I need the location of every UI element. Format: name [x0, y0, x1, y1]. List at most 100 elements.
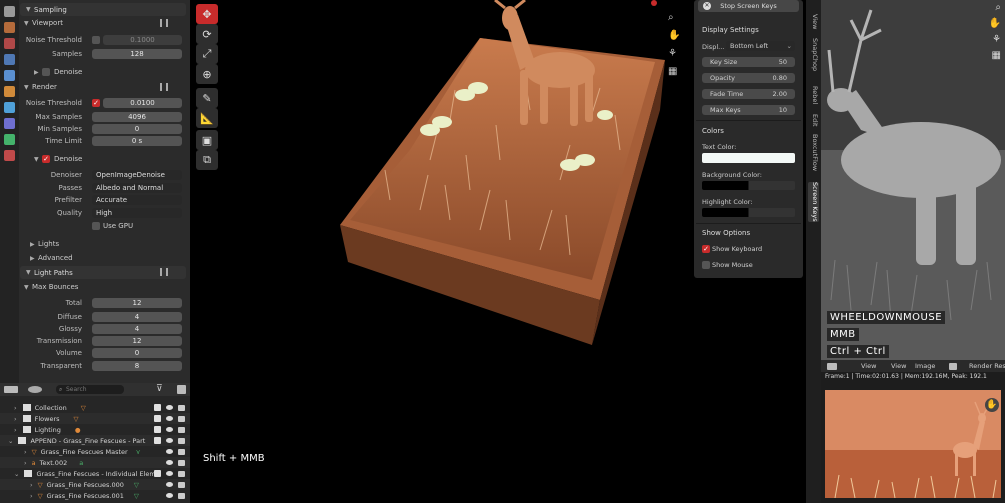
show-keyboard-row[interactable]: ✓ Show Keyboard [702, 244, 797, 254]
zoom-icon[interactable]: ⌕ [995, 2, 1001, 13]
list-icon[interactable] [160, 83, 168, 91]
eye-icon[interactable] [166, 493, 173, 498]
display-mode-icon[interactable] [28, 386, 42, 393]
eye-icon[interactable] [166, 471, 173, 476]
scale-tool-icon[interactable]: ⤢ [196, 44, 218, 64]
time-limit-field[interactable]: 0 s [92, 136, 182, 146]
camera-icon[interactable] [178, 492, 185, 499]
hand-icon[interactable]: ✋ [989, 18, 1001, 29]
viewport-denoise-row[interactable]: ▶ Denoise [34, 66, 196, 78]
camera-icon[interactable] [178, 426, 185, 433]
text-color-swatch[interactable] [702, 153, 795, 163]
editor-type-icon[interactable] [827, 363, 837, 370]
add-cube-tool-icon[interactable]: ▣ [196, 130, 218, 150]
output-icon[interactable] [4, 38, 15, 49]
transform-tool-icon[interactable]: ⊕ [196, 64, 218, 84]
outliner-row[interactable]: › ▽ Grass_Fine Fescues.001 ▽ [0, 490, 190, 501]
eye-icon[interactable] [166, 416, 173, 421]
render-noise-checkbox[interactable]: ✓ [92, 99, 100, 107]
render-subheader[interactable]: ▼ Render [24, 81, 186, 93]
render-noise-field[interactable]: 0.0100 [103, 98, 182, 108]
outliner-row[interactable]: › a Text.002 a [0, 457, 190, 468]
transmission-field[interactable]: 12 [92, 336, 182, 346]
exclude-checkbox[interactable] [154, 437, 161, 444]
tab-edit[interactable]: Edit [808, 114, 819, 127]
tool-icon[interactable] [4, 6, 15, 17]
menu-view[interactable]: View [861, 360, 876, 372]
render-icon[interactable] [4, 22, 15, 33]
camera-icon[interactable] [178, 470, 185, 477]
show-mouse-checkbox[interactable] [702, 261, 710, 269]
material-icon[interactable] [4, 150, 15, 161]
view-layer-icon[interactable] [4, 54, 15, 65]
bg-color-swatch[interactable] [702, 181, 795, 190]
exclude-checkbox[interactable] [154, 404, 161, 411]
outliner-row[interactable]: › ▽ Grass_Fine Fescues Master ⋎ [0, 446, 190, 457]
glossy-field[interactable]: 4 [92, 324, 182, 334]
highlight-color-swatch[interactable] [702, 208, 795, 217]
tab-screen-keys[interactable]: Screen Keys [808, 182, 819, 222]
grid-view-icon[interactable]: ▦ [992, 50, 1001, 61]
camera-view-icon[interactable]: ⚘ [992, 34, 1001, 45]
outliner-row[interactable]: › Flowers ▽ [0, 413, 190, 424]
key-size-field[interactable]: Key Size 50 [702, 57, 795, 67]
tab-snapchop[interactable]: SnapChop [808, 38, 819, 71]
display-position-dropdown[interactable]: Bottom Left ⌄ [726, 41, 795, 51]
grid-view-icon[interactable]: ▦ [668, 66, 677, 77]
camera-icon[interactable] [178, 404, 185, 411]
volume-field[interactable]: 0 [92, 348, 182, 358]
viewport-denoise-checkbox[interactable] [42, 68, 50, 76]
outliner-row[interactable]: › ▽ Grass_Fine Fescues.000 ▽ [0, 479, 190, 490]
lights-subheader[interactable]: ▶ Lights [30, 238, 192, 250]
exclude-checkbox[interactable] [154, 415, 161, 422]
render-denoise-checkbox[interactable]: ✓ [42, 155, 50, 163]
hand-icon[interactable]: ✋ [985, 398, 999, 412]
boxcutter-tool-icon[interactable]: ⧉ [196, 150, 218, 170]
use-gpu-checkbox[interactable] [92, 222, 100, 230]
annotate-tool-icon[interactable]: ✎ [196, 88, 218, 108]
tab-boxcutflow[interactable]: BoxcutFlow [808, 134, 819, 171]
use-gpu-row[interactable]: Use GPU [24, 221, 186, 232]
light-paths-header[interactable]: ▼ Light Paths [20, 266, 186, 279]
camera-icon[interactable] [178, 459, 185, 466]
viewport-samples-field[interactable]: 128 [92, 49, 182, 59]
tab-view[interactable]: View [808, 14, 819, 29]
fade-time-field[interactable]: Fade Time 2.00 [702, 89, 795, 99]
quality-dropdown[interactable]: High [92, 208, 182, 218]
render-preview-viewport[interactable]: ⌕ ✋ ⚘ ▦ [821, 0, 1005, 360]
world-icon[interactable] [4, 86, 15, 97]
tab-rebel[interactable]: Rebel [808, 86, 819, 104]
move-tool-icon[interactable]: ✥ [196, 4, 218, 24]
max-keys-field[interactable]: Max Keys 10 [702, 105, 795, 115]
camera-icon[interactable] [178, 437, 185, 444]
advanced-subheader[interactable]: ▶ Advanced [30, 252, 192, 264]
camera-view-icon[interactable]: ⚘ [668, 48, 677, 59]
transparent-field[interactable]: 8 [92, 361, 182, 371]
data-icon[interactable] [4, 134, 15, 145]
opacity-field[interactable]: Opacity 0.80 [702, 73, 795, 83]
outliner-search-input[interactable]: Search [56, 385, 124, 394]
filter-icon[interactable]: ⊽ [156, 384, 163, 394]
object-icon[interactable] [4, 102, 15, 113]
zoom-icon[interactable]: ⌕ [668, 12, 674, 23]
modifier-icon[interactable] [4, 118, 15, 129]
eye-icon[interactable] [166, 460, 173, 465]
new-collection-icon[interactable] [177, 385, 186, 394]
viewport-noise-field[interactable]: 0.1000 [103, 35, 182, 45]
viewport-noise-checkbox[interactable] [92, 36, 100, 44]
menu-view-2[interactable]: View [891, 360, 906, 372]
diffuse-field[interactable]: 4 [92, 312, 182, 322]
prefilter-dropdown[interactable]: Accurate [92, 195, 182, 205]
hand-icon[interactable]: ✋ [668, 30, 680, 41]
max-samples-field[interactable]: 4096 [92, 112, 182, 122]
min-samples-field[interactable]: 0 [92, 124, 182, 134]
denoiser-dropdown[interactable]: OpenImageDenoise [92, 170, 182, 180]
eye-icon[interactable] [166, 427, 173, 432]
show-mouse-row[interactable]: Show Mouse [702, 260, 797, 270]
camera-icon[interactable] [178, 448, 185, 455]
list-icon[interactable] [160, 268, 168, 276]
rotate-tool-icon[interactable]: ⟳ [196, 24, 218, 44]
viewport-subheader[interactable]: ▼ Viewport [24, 17, 186, 29]
max-bounces-subheader[interactable]: ▼ Max Bounces [24, 281, 186, 293]
sampling-header[interactable]: ▼ Sampling [20, 3, 186, 16]
